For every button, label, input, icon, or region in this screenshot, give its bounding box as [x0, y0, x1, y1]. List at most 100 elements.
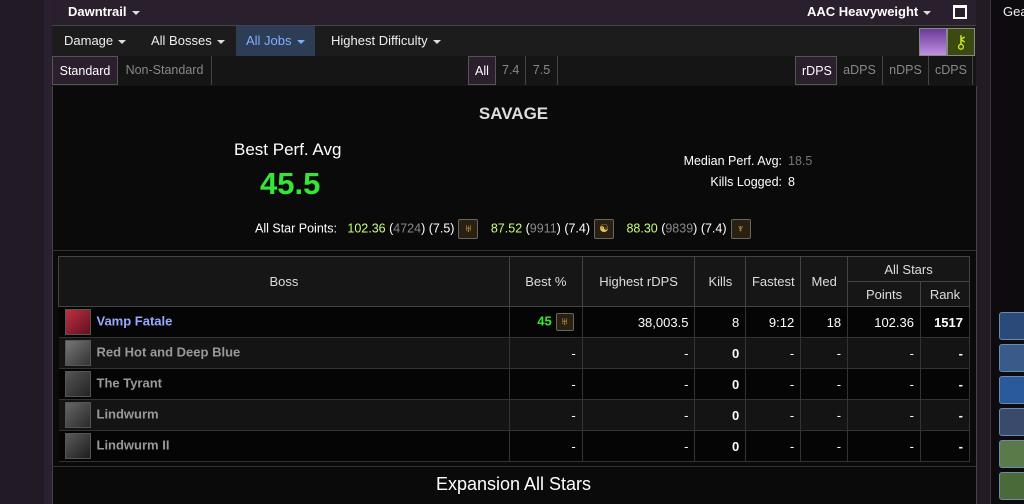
median-perf-value: 18.5 — [788, 154, 813, 168]
table-row[interactable]: Red Hot and Deep Blue - - 0 - - - - — [58, 337, 971, 369]
all-star-rank: 9911 — [529, 221, 557, 236]
header-med[interactable]: Med — [800, 256, 849, 307]
filter-role-ndps[interactable]: nDPS — [883, 56, 929, 85]
section-title: SAVAGE — [478, 104, 549, 123]
filter-standard[interactable]: Standard — [52, 56, 118, 85]
header-fastest[interactable]: Fastest — [745, 256, 802, 307]
filter-role-rdps[interactable]: rDPS — [795, 56, 837, 85]
highest-rdps-cell: 38,003.5 — [582, 306, 696, 338]
header-points[interactable]: Points — [847, 281, 921, 307]
gear-slot-icon[interactable] — [999, 440, 1024, 468]
job-icon: ♆ — [730, 219, 751, 239]
menu-damage-label: Damage — [64, 33, 114, 48]
median-cell: 18 — [800, 306, 849, 338]
rank-cell: - — [920, 399, 971, 431]
menu-bar: Damage All Bosses All Jobs Highest Diffi… — [52, 26, 976, 57]
header-rank[interactable]: Rank — [919, 281, 971, 307]
all-star-patch: (7.4) — [564, 221, 591, 236]
boss-name[interactable]: Lindwurm — [97, 406, 159, 421]
boss-portrait-icon — [64, 309, 91, 335]
job-selector-icon[interactable] — [919, 28, 947, 56]
chevron-down-icon — [131, 10, 140, 15]
table-row[interactable]: Lindwurm II - - 0 - - - - — [58, 430, 971, 462]
rank-cell: - — [920, 368, 971, 400]
rank-cell: - — [920, 337, 971, 369]
boss-name[interactable]: Lindwurm II — [97, 437, 170, 452]
boss-cell[interactable]: Lindwurm — [58, 399, 510, 431]
maximize-icon[interactable] — [953, 5, 967, 19]
table-row[interactable]: Lindwurm - - 0 - - - - — [58, 399, 971, 431]
menu-all-bosses[interactable]: All Bosses — [141, 26, 235, 56]
header-boss[interactable]: Boss — [58, 256, 510, 307]
boss-portrait-icon — [64, 433, 91, 459]
header-best[interactable]: Best % — [508, 256, 583, 307]
divider — [52, 466, 976, 467]
all-star-points: 102.36 — [347, 221, 386, 236]
median-cell: - — [800, 399, 849, 431]
job-icon: ♅ — [555, 313, 574, 331]
median-perf-label: Median Perf. Avg: — [683, 154, 782, 168]
points-cell: 102.36 — [847, 306, 921, 338]
highest-rdps-cell: - — [582, 337, 696, 369]
all-star-rank: 4724 — [393, 221, 422, 236]
points-cell: - — [847, 337, 921, 369]
right-gutter — [976, 0, 990, 504]
menu-all-bosses-label: All Bosses — [151, 33, 212, 48]
filter-role-adps[interactable]: aDPS — [837, 56, 883, 85]
gear-slot-icon[interactable] — [999, 312, 1024, 340]
highest-rdps-cell: - — [582, 399, 696, 431]
boss-cell[interactable]: Vamp Fatale — [58, 306, 510, 338]
header-highest[interactable]: Highest rDPS — [581, 256, 696, 307]
kills-logged-row: Kills Logged: 8 — [600, 175, 830, 189]
divider — [52, 250, 976, 251]
gear-slot-icon[interactable] — [999, 344, 1024, 372]
character-dropdown[interactable]: AAC Heavyweight — [807, 4, 932, 19]
menu-highest-difficulty[interactable]: Highest Difficulty — [321, 26, 451, 56]
median-cell: - — [800, 430, 849, 462]
kills-cell: 0 — [694, 368, 747, 400]
gear-slot-icon[interactable] — [999, 472, 1024, 500]
rank-cell: - — [920, 430, 971, 462]
menu-all-jobs[interactable]: All Jobs — [236, 26, 315, 56]
all-star-points: 87.52 — [490, 221, 523, 236]
boss-cell[interactable]: The Tyrant — [58, 368, 510, 400]
filter-patch-7-4[interactable]: 7.4 — [496, 56, 526, 85]
boss-portrait-icon — [64, 371, 91, 397]
gear-panel: Gea — [990, 0, 1024, 504]
boss-cell[interactable]: Lindwurm II — [58, 430, 510, 462]
fastest-cell: - — [745, 399, 802, 431]
chevron-down-icon — [923, 10, 932, 15]
header-kills[interactable]: Kills — [694, 256, 747, 307]
table-row[interactable]: The Tyrant - - 0 - - - - — [58, 368, 971, 400]
filter-role-cdps[interactable]: cDPS — [929, 56, 973, 85]
expansion-dropdown[interactable]: Dawntrail — [68, 4, 140, 19]
boss-portrait-icon — [64, 340, 91, 366]
boss-name[interactable]: Vamp Fatale — [97, 313, 173, 328]
job-icon: ♅ — [458, 219, 479, 239]
menu-highest-difficulty-label: Highest Difficulty — [331, 33, 428, 48]
median-perf-row: Median Perf. Avg: 18.5 — [600, 154, 830, 168]
fastest-cell: - — [745, 368, 802, 400]
menu-all-jobs-label: All Jobs — [246, 33, 292, 48]
best-cell: - — [509, 399, 583, 431]
chevron-down-icon — [216, 39, 225, 44]
boss-name[interactable]: Red Hot and Deep Blue — [97, 344, 241, 359]
expansion-label: Dawntrail — [68, 4, 127, 19]
chevron-down-icon — [296, 39, 305, 44]
gear-slot-icon[interactable] — [999, 376, 1024, 404]
boss-name[interactable]: The Tyrant — [97, 375, 163, 390]
filter-patch-all[interactable]: All — [468, 56, 496, 85]
gear-panel-title: Gea — [1003, 4, 1024, 19]
highest-rdps-cell: - — [582, 368, 696, 400]
filter-patch-7-5[interactable]: 7.5 — [526, 56, 558, 85]
boss-cell[interactable]: Red Hot and Deep Blue — [58, 337, 510, 369]
filter-non-standard[interactable]: Non-Standard — [118, 56, 212, 85]
chevron-down-icon — [432, 39, 441, 44]
all-star-rank: 9839 — [665, 221, 694, 236]
table-row[interactable]: Vamp Fatale 45 ♅ 38,003.5 8 9:12 18 102.3… — [58, 306, 971, 338]
key-icon[interactable]: ⚷ — [947, 28, 975, 56]
gear-slot-icon[interactable] — [999, 408, 1024, 436]
all-star-patch: (7.5) — [428, 221, 455, 236]
menu-damage[interactable]: Damage — [54, 26, 136, 56]
header-all-stars: All Stars — [847, 256, 970, 282]
